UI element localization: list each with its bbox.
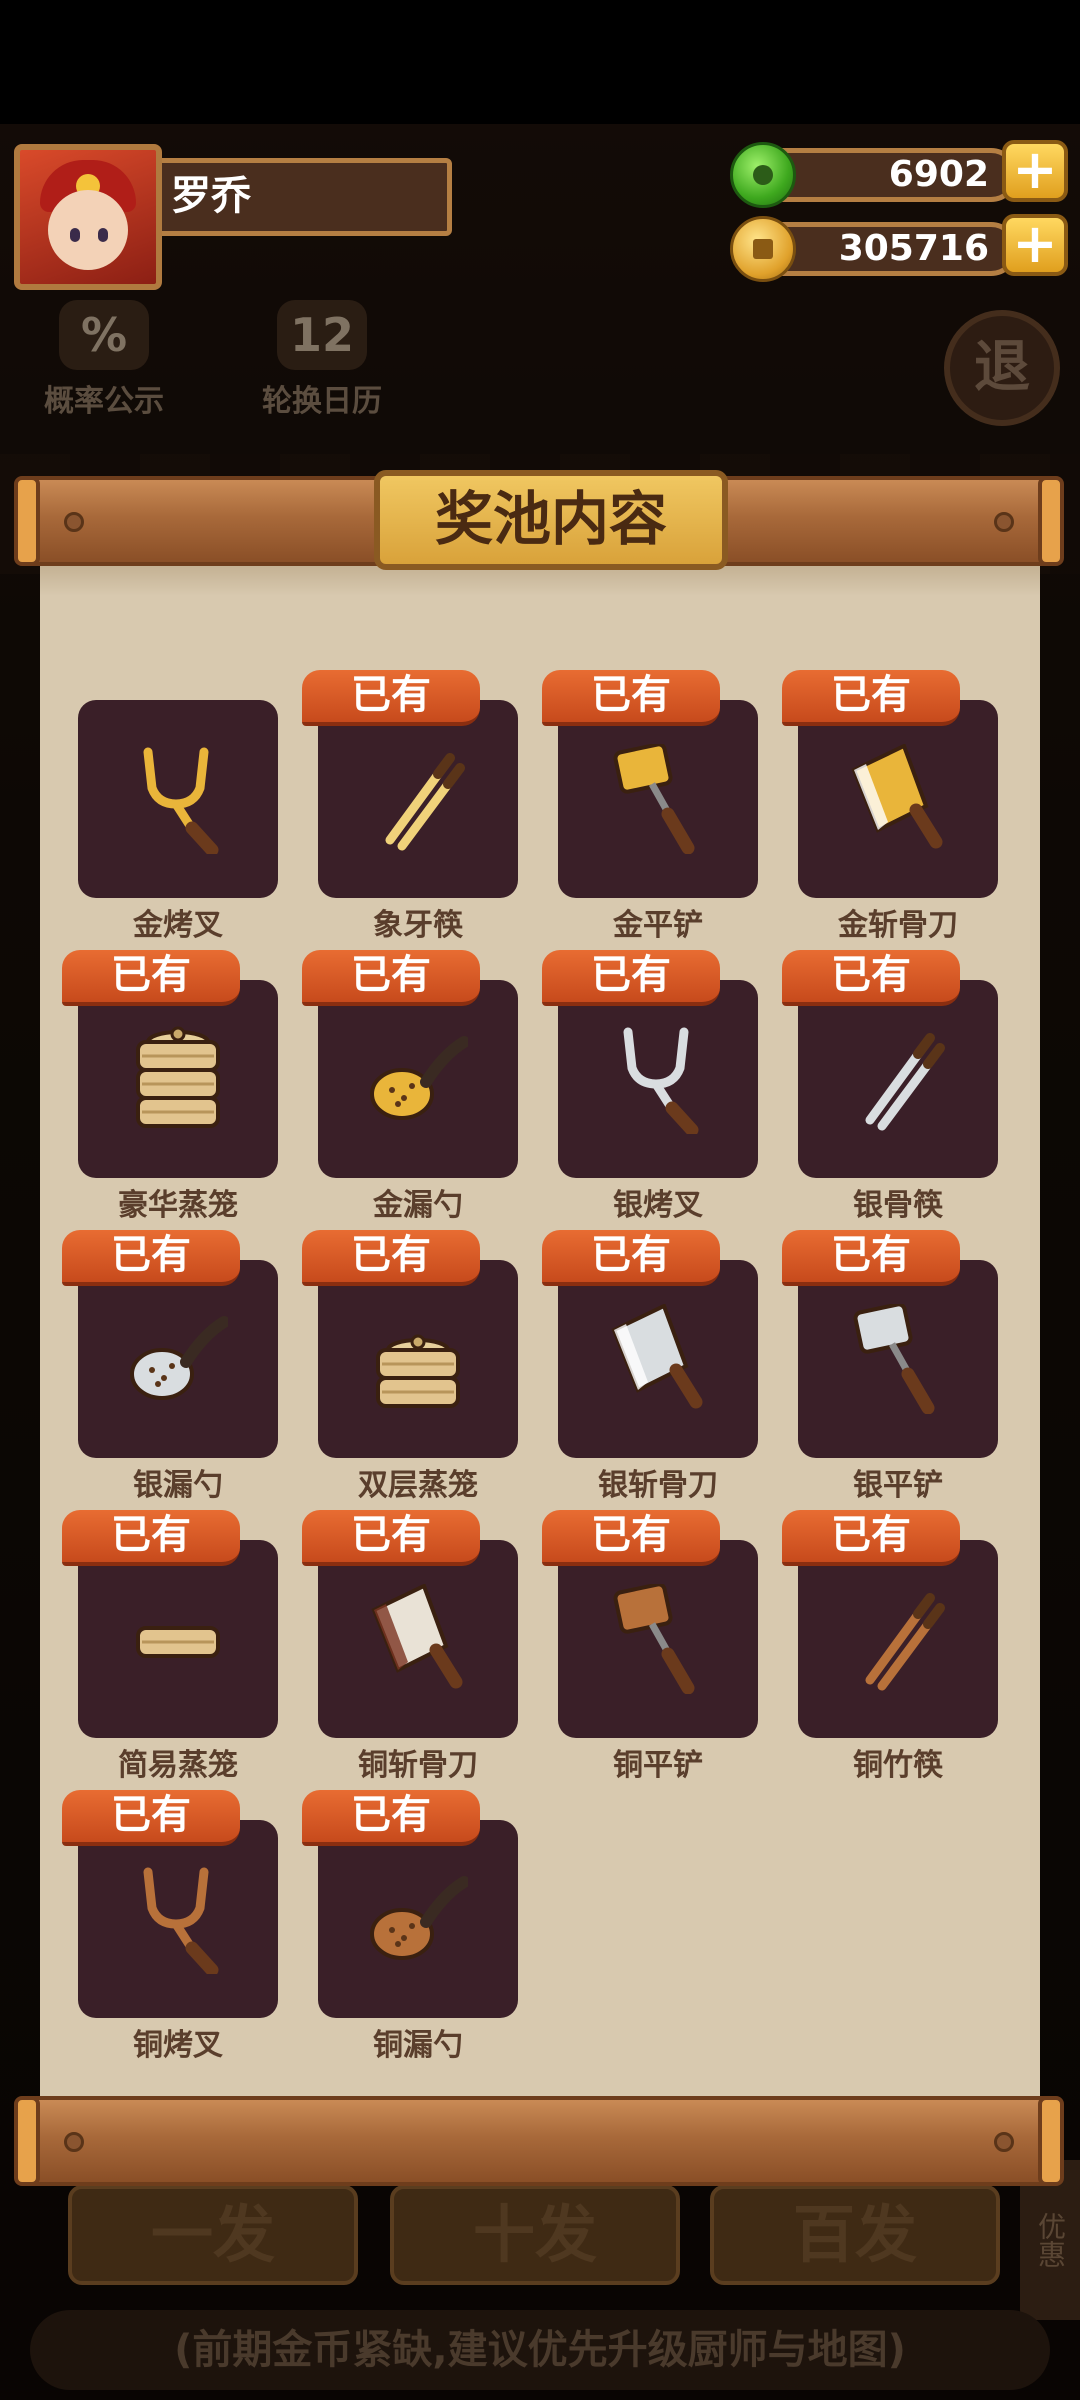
prize-item[interactable]: 已有银漏勺 xyxy=(62,1230,278,1530)
item-name: 象牙筷 xyxy=(373,908,463,943)
calendar-button[interactable]: 12 轮换日历 xyxy=(222,300,422,430)
rod-cap xyxy=(14,2096,40,2186)
prize-item[interactable]: 已有金漏勺 xyxy=(302,950,518,1250)
item-name: 简易蒸笼 xyxy=(118,1748,238,1783)
rod-cap xyxy=(14,476,40,566)
owned-badge: 已有 xyxy=(302,1510,480,1566)
owned-badge: 已有 xyxy=(542,950,720,1006)
owned-badge: 已有 xyxy=(302,1790,480,1846)
item-name: 银平铲 xyxy=(853,1468,943,1503)
item-name: 铜平铲 xyxy=(613,1748,703,1783)
draw-hundred-button[interactable]: 百发 xyxy=(710,2185,1000,2285)
exit-button[interactable]: 退 xyxy=(944,310,1060,426)
jade-icon xyxy=(730,142,796,208)
prize-item[interactable]: 已有铜竹筷 xyxy=(782,1510,998,1810)
prize-item[interactable]: 已有铜斩骨刀 xyxy=(302,1510,518,1810)
owned-badge: 已有 xyxy=(62,950,240,1006)
rod-cap xyxy=(1038,2096,1064,2186)
owned-badge: 已有 xyxy=(302,1230,480,1286)
avatar-eye xyxy=(70,228,80,242)
prize-grid: 金烤叉 已有 象牙筷 已有 金平铲 已有 金斩骨刀 已有 豪华蒸笼 已有 金漏勺 已有 银烤叉 已有 银骨筷… xyxy=(40,556,1040,2096)
item-name: 双层蒸笼 xyxy=(358,1468,478,1503)
item-name: 银漏勺 xyxy=(133,1468,223,1503)
prize-item[interactable]: 已有银烤叉 xyxy=(542,950,758,1250)
owned-badge: 已有 xyxy=(542,1230,720,1286)
avatar-face xyxy=(48,190,128,270)
prize-item[interactable]: 已有铜烤叉 xyxy=(62,1790,278,2090)
prize-item[interactable]: 已有铜平铲 xyxy=(542,1510,758,1810)
scroll-rod-bottom xyxy=(14,2096,1064,2186)
hint-text: (前期金币紧缺,建议优先升级厨师与地图) xyxy=(30,2310,1050,2390)
avatar-eye xyxy=(98,228,108,242)
prize-item[interactable]: 已有简易蒸笼 xyxy=(62,1510,278,1810)
coin-icon xyxy=(730,216,796,282)
prize-item[interactable]: 已有银斩骨刀 xyxy=(542,1230,758,1530)
item-name: 铜烤叉 xyxy=(133,2028,223,2063)
owned-badge: 已有 xyxy=(302,950,480,1006)
owned-badge: 已有 xyxy=(542,670,720,726)
prize-item[interactable]: 已有豪华蒸笼 xyxy=(62,950,278,1250)
prize-pool-panel[interactable]: 金烤叉 已有 象牙筷 已有 金平铲 已有 金斩骨刀 已有 豪华蒸笼 已有 金漏勺 已有 银烤叉 已有 银骨筷… xyxy=(40,556,1040,2096)
item-name: 金烤叉 xyxy=(133,908,223,943)
status-bar xyxy=(0,0,1080,124)
prize-item[interactable]: 已有金平铲 xyxy=(542,670,758,970)
nail-icon xyxy=(64,512,84,532)
item-name: 铜斩骨刀 xyxy=(358,1748,478,1783)
prize-item[interactable]: 已有铜漏勺 xyxy=(302,1790,518,2090)
prize-item[interactable]: 已有双层蒸笼 xyxy=(302,1230,518,1530)
owned-badge: 已有 xyxy=(782,950,960,1006)
prize-item[interactable]: 已有银骨筷 xyxy=(782,950,998,1250)
prize-item[interactable]: 已有银平铲 xyxy=(782,1230,998,1530)
item-name: 金斩骨刀 xyxy=(838,908,958,943)
probability-label: 概率公示 xyxy=(44,384,164,419)
prize-item[interactable]: 金烤叉 xyxy=(78,700,278,970)
calendar-icon: 12 xyxy=(277,300,367,370)
item-name: 铜漏勺 xyxy=(373,2028,463,2063)
prize-item[interactable]: 已有象牙筷 xyxy=(302,670,518,970)
owned-badge: 已有 xyxy=(542,1510,720,1566)
item-name: 银烤叉 xyxy=(613,1188,703,1223)
owned-badge: 已有 xyxy=(62,1510,240,1566)
owned-badge: 已有 xyxy=(782,1510,960,1566)
add-coins-button[interactable]: + xyxy=(1002,214,1068,276)
avatar[interactable] xyxy=(14,144,162,290)
owned-badge: 已有 xyxy=(302,670,480,726)
nail-icon xyxy=(994,2132,1014,2152)
draw-once-button[interactable]: 一发 xyxy=(68,2185,358,2285)
item-name: 铜竹筷 xyxy=(853,1748,943,1783)
item-name: 金平铲 xyxy=(613,908,703,943)
draw-ten-button[interactable]: 十发 xyxy=(390,2185,680,2285)
percent-icon: % xyxy=(59,300,149,370)
owned-badge: 已有 xyxy=(62,1790,240,1846)
calendar-label: 轮换日历 xyxy=(262,384,382,419)
item-name: 豪华蒸笼 xyxy=(118,1188,238,1223)
prize-item[interactable]: 已有金斩骨刀 xyxy=(782,670,998,970)
probability-button[interactable]: % 概率公示 xyxy=(4,300,204,430)
item-name: 银斩骨刀 xyxy=(598,1468,718,1503)
owned-badge: 已有 xyxy=(782,1230,960,1286)
item-name: 金漏勺 xyxy=(373,1188,463,1223)
nail-icon xyxy=(994,512,1014,532)
player-name: 罗乔 xyxy=(156,158,452,236)
modal-title: 奖池内容 xyxy=(374,470,728,570)
owned-badge: 已有 xyxy=(62,1230,240,1286)
owned-badge: 已有 xyxy=(782,670,960,726)
item-name: 银骨筷 xyxy=(853,1188,943,1223)
nail-icon xyxy=(64,2132,84,2152)
rod-cap xyxy=(1038,476,1064,566)
add-jade-button[interactable]: + xyxy=(1002,140,1068,202)
